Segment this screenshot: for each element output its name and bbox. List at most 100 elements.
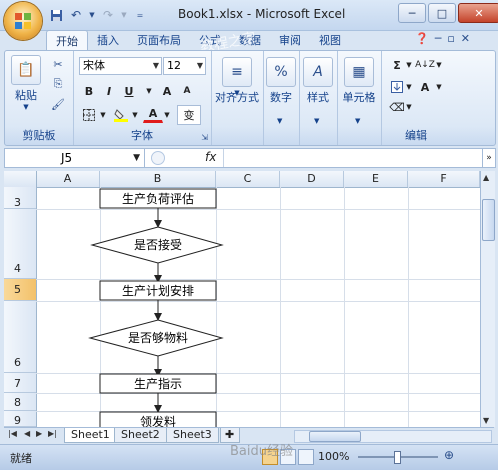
column-header-c[interactable]: C: [216, 171, 280, 187]
formula-input[interactable]: [223, 149, 486, 167]
sort-dropdown-icon[interactable]: ▼: [433, 55, 445, 75]
borders-dropdown-icon[interactable]: ▼: [97, 105, 109, 125]
formula-expand-icon[interactable]: »: [482, 149, 495, 167]
font-color-dropdown-icon[interactable]: ▼: [161, 105, 173, 125]
tab-home[interactable]: 开始: [46, 30, 88, 51]
clear-dropdown-icon[interactable]: ▼: [403, 97, 415, 117]
phonetic-button[interactable]: 变: [177, 105, 201, 125]
prev-sheet-icon[interactable]: ◀: [24, 429, 30, 438]
row-header-7[interactable]: 7: [4, 373, 36, 393]
flow-decision-1[interactable]: 是否接受: [90, 226, 224, 264]
cells-group-label: 单元格: [342, 91, 376, 104]
fill-color-dropdown-icon[interactable]: ▼: [129, 105, 141, 125]
font-color-button[interactable]: A: [143, 105, 163, 123]
help-icon[interactable]: ❓: [415, 32, 429, 45]
first-sheet-icon[interactable]: |◀: [8, 429, 17, 438]
row-header-4[interactable]: 4: [4, 209, 36, 279]
scroll-down-icon[interactable]: ▼: [483, 416, 489, 425]
find-dropdown-icon[interactable]: ▼: [433, 77, 445, 97]
styles-button[interactable]: A: [303, 57, 333, 89]
formula-cancel-icon[interactable]: [151, 151, 165, 165]
flow-step-3[interactable]: 生产指示: [99, 373, 217, 394]
redo-dropdown-icon[interactable]: ▼: [120, 7, 128, 23]
bold-button[interactable]: B: [79, 81, 99, 101]
scroll-up-icon[interactable]: ▲: [483, 173, 489, 182]
save-icon[interactable]: [48, 7, 64, 23]
flow-step-2[interactable]: 生产计划安排: [99, 280, 217, 301]
row-header-9[interactable]: 9: [4, 411, 36, 427]
undo-icon[interactable]: ↶: [68, 7, 84, 23]
sheet-tab-2[interactable]: Sheet2: [114, 428, 167, 443]
row-header-5[interactable]: 5: [4, 279, 36, 301]
borders-icon[interactable]: [79, 105, 99, 125]
cells-dropdown-icon[interactable]: ▼: [355, 117, 360, 125]
font-name-combo[interactable]: 宋体 ▼: [79, 57, 162, 75]
cells-icon: ▦: [344, 57, 374, 87]
styles-dropdown-icon[interactable]: ▼: [314, 117, 319, 125]
cells-area[interactable]: 生产负荷评估 是否接受 生产计划安排 是否够物料 生产指示 领发料: [36, 187, 480, 427]
vertical-scroll-thumb[interactable]: [482, 199, 495, 241]
zoom-slider-knob[interactable]: [394, 451, 401, 464]
paste-button[interactable]: 📋 粘贴 ▼: [9, 55, 43, 111]
sort-filter-button[interactable]: A↓Z: [415, 55, 435, 75]
ribbon-minimize-icon[interactable]: ─: [435, 32, 442, 45]
tab-insert[interactable]: 插入: [88, 30, 128, 50]
tab-review[interactable]: 审阅: [270, 30, 310, 50]
minimize-button[interactable]: ─: [398, 3, 426, 23]
cells-button[interactable]: ▦: [344, 57, 374, 89]
flow-step-4[interactable]: 领发料: [99, 411, 217, 427]
column-header-d[interactable]: D: [280, 171, 344, 187]
zoom-level[interactable]: 100%: [318, 450, 349, 463]
shrink-font-button[interactable]: A: [177, 81, 197, 101]
row-header-6[interactable]: 6: [4, 301, 36, 373]
copy-icon[interactable]: ⎘: [49, 75, 67, 93]
grow-font-button[interactable]: A: [157, 81, 177, 101]
tab-page-layout[interactable]: 页面布局: [128, 30, 190, 50]
find-select-button[interactable]: A: [415, 77, 435, 97]
zoom-in-icon[interactable]: ⊕: [444, 448, 454, 462]
office-button[interactable]: [4, 2, 42, 40]
number-button[interactable]: %: [266, 57, 296, 89]
row-header-8[interactable]: 8: [4, 393, 36, 411]
font-dialog-launcher-icon[interactable]: ⇲: [201, 133, 208, 142]
font-size-combo[interactable]: 12 ▼: [163, 57, 206, 75]
page-break-view-icon[interactable]: [298, 449, 314, 465]
column-header-b[interactable]: B: [100, 171, 216, 187]
number-dropdown-icon[interactable]: ▼: [277, 117, 282, 125]
restore-button[interactable]: □: [428, 3, 456, 23]
next-sheet-icon[interactable]: ▶: [36, 429, 42, 438]
format-painter-icon[interactable]: 🖌: [49, 95, 67, 113]
cut-icon[interactable]: ✂: [49, 55, 67, 73]
underline-dropdown-icon[interactable]: ▼: [139, 81, 159, 101]
underline-button[interactable]: U: [119, 81, 139, 101]
ribbon-restore-icon[interactable]: ▫: [447, 32, 454, 45]
column-header-f[interactable]: F: [408, 171, 480, 187]
redo-icon[interactable]: ↷: [100, 7, 116, 23]
row-header-3[interactable]: 3: [4, 187, 36, 209]
column-header-e[interactable]: E: [344, 171, 408, 187]
autosum-dropdown-icon[interactable]: ▼: [403, 55, 415, 75]
fill-color-icon[interactable]: [111, 105, 131, 125]
tab-view[interactable]: 视图: [310, 30, 350, 50]
last-sheet-icon[interactable]: ▶|: [48, 429, 57, 438]
horizontal-scroll-thumb[interactable]: [309, 431, 361, 442]
select-all-corner[interactable]: [4, 171, 37, 187]
sheet-tab-3[interactable]: Sheet3: [166, 428, 219, 443]
undo-dropdown-icon[interactable]: ▼: [88, 7, 96, 23]
name-box[interactable]: J5 ▼: [5, 149, 145, 167]
fill-dropdown-icon[interactable]: ▼: [403, 77, 415, 97]
sheet-tab-1[interactable]: Sheet1: [64, 428, 117, 443]
alignment-group-label: 对齐方式: [215, 91, 259, 104]
horizontal-scrollbar[interactable]: [294, 430, 492, 443]
ribbon-close-icon[interactable]: ✕: [461, 32, 470, 45]
customize-qat-icon[interactable]: =: [132, 7, 148, 23]
alignment-icon: ≡: [222, 57, 252, 87]
vertical-scrollbar[interactable]: ▲ ▼: [480, 171, 495, 427]
worksheet-grid[interactable]: A B C D E F 3 4 5 6 7 8 9 生产负荷评估 是否接受 生产…: [4, 171, 480, 427]
close-button[interactable]: ✕: [458, 3, 498, 23]
italic-button[interactable]: I: [99, 81, 119, 101]
insert-function-button[interactable]: fx: [205, 150, 216, 164]
flow-step-1[interactable]: 生产负荷评估: [99, 188, 217, 209]
flow-decision-2[interactable]: 是否够物料: [88, 319, 224, 357]
column-header-a[interactable]: A: [36, 171, 100, 187]
